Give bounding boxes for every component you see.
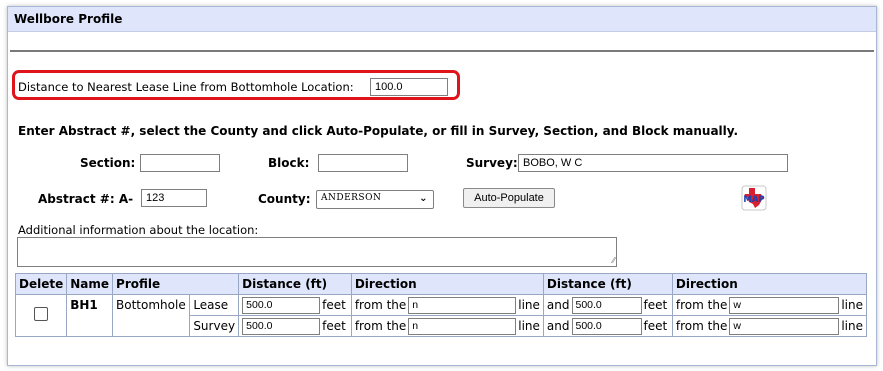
lease-from-the-2: from the — [675, 298, 728, 312]
table-header-row: Delete Name Profile Distance (ft) Direct… — [14, 273, 868, 295]
header-distance-2: Distance (ft) — [542, 273, 673, 295]
header-distance-1: Distance (ft) — [238, 273, 352, 295]
header-name: Name — [66, 273, 114, 295]
distance-label: Distance to Nearest Lease Line from Bott… — [18, 80, 354, 94]
header-direction-2: Direction — [671, 273, 868, 295]
wellbore-profile-panel: Wellbore Profile Distance to Nearest Lea… — [7, 6, 877, 366]
lease-and: and — [546, 298, 570, 312]
survey-direction-2-input[interactable]: w — [729, 317, 840, 335]
lease-direction-2-input[interactable]: w — [729, 296, 840, 314]
lease-direction-2-cell: from the w line — [671, 294, 868, 316]
chevron-down-icon: ⌄ — [419, 193, 428, 204]
map-icon[interactable]: MAP — [741, 185, 767, 211]
divider-rule — [10, 50, 874, 52]
survey-and: and — [546, 319, 570, 333]
lease-distance-2-cell: and 500.0 feet — [542, 294, 673, 316]
panel-title: Wellbore Profile — [14, 12, 123, 26]
delete-checkbox[interactable] — [34, 307, 49, 321]
table-row: BH1 Bottomhole Lease 500.0 feet from the… — [14, 294, 868, 337]
header-delete: Delete — [14, 273, 68, 295]
auto-populate-button[interactable]: Auto-Populate — [463, 188, 555, 208]
survey-distance-1-input[interactable]: 500.0 — [242, 317, 321, 335]
survey-direction-1-cell: from the n line — [350, 315, 544, 337]
resize-grip-icon[interactable]: ⁄⁄ — [612, 257, 615, 265]
survey-from-the-2: from the — [675, 319, 728, 333]
lease-feet-2: feet — [643, 298, 668, 312]
block-input[interactable] — [318, 154, 408, 172]
header-direction-1: Direction — [350, 273, 544, 295]
survey-direction-2-cell: from the w line — [671, 315, 868, 337]
survey-feet-2: feet — [643, 319, 668, 333]
well-name: BH1 — [66, 294, 114, 337]
survey-distance-1-cell: 500.0 feet — [238, 315, 352, 337]
survey-line-2: line — [841, 319, 863, 333]
block-label: Block: — [268, 156, 310, 170]
survey-input[interactable]: BOBO, W C — [518, 154, 788, 172]
additional-info-label: Additional information about the locatio… — [18, 223, 259, 237]
lease-line-2: line — [841, 298, 863, 312]
survey-distance-2-cell: and 500.0 feet — [542, 315, 673, 337]
lease-distance-1-cell: 500.0 feet — [238, 294, 352, 316]
county-select[interactable]: ANDERSON ⌄ — [316, 190, 434, 209]
map-icon-text: MAP — [743, 195, 764, 205]
survey-from-the-1: from the — [354, 319, 407, 333]
header-profile: Profile — [112, 273, 240, 295]
lease-feet-1: feet — [322, 298, 346, 312]
lease-line-1: line — [518, 298, 540, 312]
abstract-label: Abstract #: A- — [38, 192, 134, 206]
county-label: County: — [258, 192, 311, 206]
instruction-text: Enter Abstract #, select the County and … — [18, 124, 739, 138]
survey-distance-2-input[interactable]: 500.0 — [571, 317, 642, 335]
lease-direction-1-cell: from the n line — [350, 294, 544, 316]
wellbore-table: Delete Name Profile Distance (ft) Direct… — [14, 273, 868, 337]
panel-titlebar: Wellbore Profile — [8, 7, 876, 32]
survey-row-label: Survey — [189, 315, 240, 337]
section-input[interactable] — [140, 154, 220, 172]
lease-from-the-1: from the — [354, 298, 407, 312]
profile-type: Bottomhole — [112, 294, 191, 337]
survey-feet-1: feet — [322, 319, 346, 333]
lease-distance-1-input[interactable]: 500.0 — [242, 296, 321, 314]
delete-cell — [14, 294, 68, 337]
survey-line-1: line — [518, 319, 540, 333]
distance-input[interactable]: 100.0 — [370, 78, 448, 96]
survey-label: Survey: — [466, 156, 518, 170]
lease-distance-2-input[interactable]: 500.0 — [571, 296, 642, 314]
lease-direction-1-input[interactable]: n — [408, 296, 517, 314]
abstract-input[interactable]: 123 — [141, 189, 207, 207]
lease-row-label: Lease — [189, 294, 240, 316]
county-select-value: ANDERSON — [321, 193, 382, 203]
survey-direction-1-input[interactable]: n — [408, 317, 517, 335]
additional-info-textarea[interactable]: ⁄⁄ — [17, 237, 617, 267]
section-label: Section: — [80, 156, 136, 170]
